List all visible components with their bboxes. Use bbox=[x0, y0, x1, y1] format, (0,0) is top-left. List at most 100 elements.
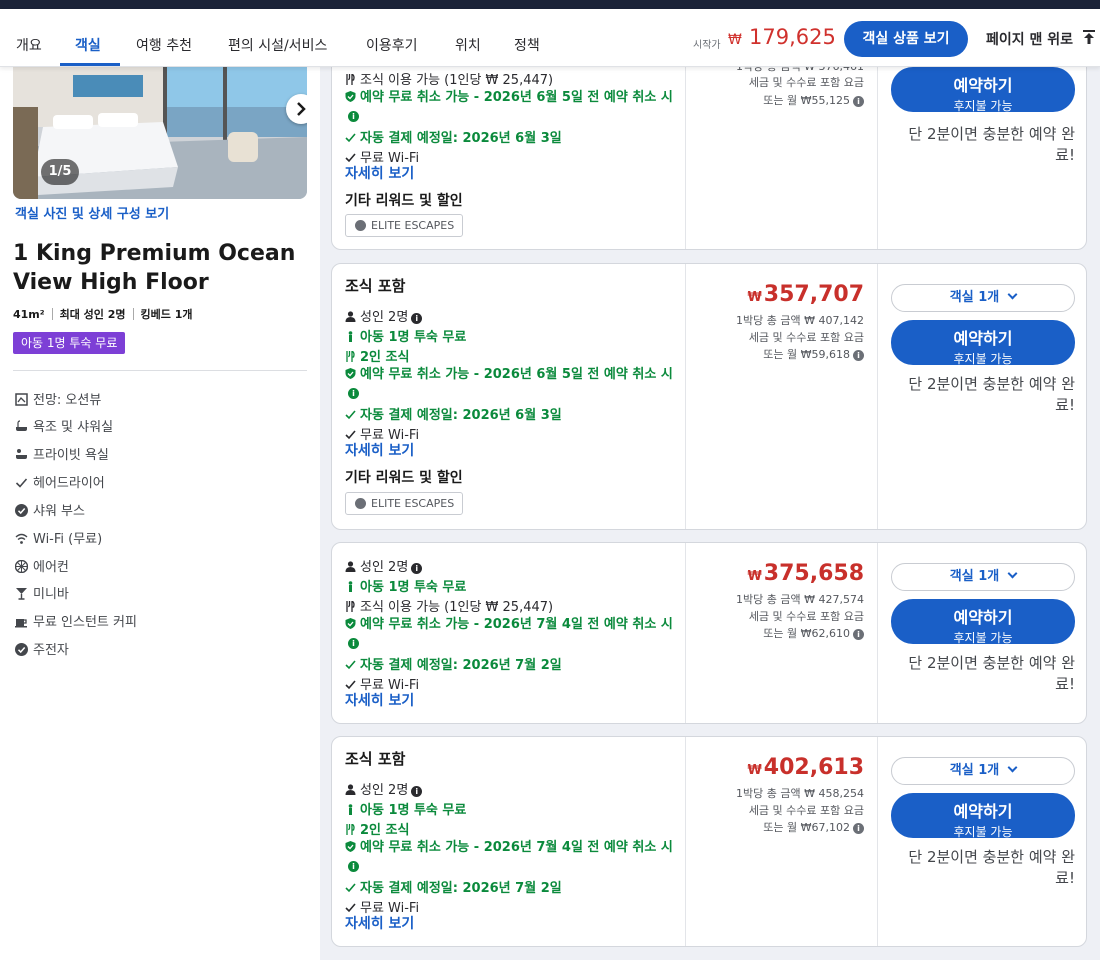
room-quantity-select[interactable]: 객실 1개 bbox=[891, 757, 1075, 785]
breakfast-line: 조식 이용 가능 (1인당 ₩ 25,447) bbox=[345, 596, 553, 615]
info-icon[interactable]: i bbox=[348, 111, 359, 122]
monthly-price: 또는 월 ₩67,102 i bbox=[763, 819, 864, 835]
view-rooms-button[interactable]: 객실 상품 보기 bbox=[844, 21, 968, 57]
details-link[interactable]: 자세히 보기 bbox=[345, 913, 414, 933]
photo-counter: 1/5 bbox=[41, 159, 79, 185]
arrow-up-icon[interactable] bbox=[1082, 29, 1096, 45]
active-tab-indicator bbox=[60, 63, 120, 66]
photo-next-button[interactable] bbox=[286, 94, 307, 124]
book-button[interactable]: 예약하기 후지불 가능 bbox=[891, 599, 1075, 645]
tax-note: 세금 및 수수료 포함 요금 bbox=[748, 610, 864, 623]
check-icon bbox=[345, 153, 356, 163]
book-button[interactable]: 예약하기 후지불 가능 bbox=[891, 67, 1075, 113]
top-strip bbox=[0, 0, 1100, 9]
rate-list: 조식 이용 가능 (1인당 ₩ 25,447) 예약 무료 취소 가능 - 20… bbox=[320, 55, 1100, 960]
check-icon bbox=[345, 883, 356, 893]
total-price: 1박당 총 금액 ₩ 427,574 bbox=[736, 593, 864, 606]
room-quantity-select[interactable]: 객실 1개 bbox=[891, 563, 1075, 591]
rate-card: 조식 포함 성인 2명 i 아동 1명 투숙 무료 2인 조식 예약 무료 취소 … bbox=[331, 736, 1087, 947]
tax-note: 세금 및 수수료 포함 요금 bbox=[748, 76, 864, 89]
column-divider bbox=[685, 543, 686, 723]
info-icon[interactable]: i bbox=[348, 861, 359, 872]
quick-booking-note: 단 2분이면 충분한 예약 완료! bbox=[908, 125, 1075, 164]
info-icon[interactable]: i bbox=[348, 388, 359, 399]
free-cancel: 예약 무료 취소 가능 - 2026년 6월 5일 전 예약 취소 시i bbox=[345, 89, 680, 125]
private-bath-icon bbox=[16, 449, 27, 459]
room-max-guests: 최대 성인 2명 bbox=[59, 308, 126, 321]
child-line: 아동 1명 투숙 무료 bbox=[345, 799, 466, 818]
info-icon[interactable]: i bbox=[411, 786, 423, 797]
monthly-price: 또는 월 ₩59,618 i bbox=[763, 346, 864, 362]
coffee-icon bbox=[15, 619, 27, 628]
rate-card: 조식 이용 가능 (1인당 ₩ 25,447) 예약 무료 취소 가능 - 20… bbox=[331, 55, 1087, 250]
check-circle-icon bbox=[15, 643, 28, 656]
free-cancel: 예약 무료 취소 가능 - 2026년 7월 4일 전 예약 취소 시i bbox=[345, 616, 680, 652]
amenity-item: 미니바 bbox=[15, 583, 69, 603]
tab-reviews[interactable]: 이용후기 bbox=[366, 35, 418, 55]
person-icon bbox=[345, 311, 356, 322]
room-specs: 41m² 최대 성인 2명 킹베드 1개 bbox=[13, 306, 192, 322]
info-icon[interactable]: i bbox=[853, 96, 864, 107]
elite-escapes-badge[interactable]: ELITE ESCAPES bbox=[345, 492, 464, 515]
adults-line: 성인 2명 i bbox=[345, 779, 423, 798]
info-icon[interactable]: i bbox=[411, 563, 423, 574]
person-icon bbox=[345, 784, 356, 795]
tab-amenities[interactable]: 편의 시설/서비스 bbox=[228, 35, 327, 55]
room-photos-link[interactable]: 객실 사진 및 상세 구성 보기 bbox=[15, 203, 169, 222]
room-quantity-select[interactable]: 객실 1개 bbox=[891, 284, 1075, 312]
rate-title: 조식 포함 bbox=[345, 750, 406, 768]
amenity-item: 주전자 bbox=[15, 639, 69, 659]
ac-icon bbox=[15, 560, 28, 573]
cutlery-icon bbox=[346, 824, 355, 835]
check-icon bbox=[345, 903, 356, 913]
details-link[interactable]: 자세히 보기 bbox=[345, 690, 414, 710]
tab-rooms[interactable]: 객실 bbox=[75, 35, 101, 55]
column-divider bbox=[877, 264, 878, 529]
info-icon[interactable]: i bbox=[348, 638, 359, 649]
details-link[interactable]: 자세히 보기 bbox=[345, 163, 414, 183]
total-price: 1박당 총 금액 ₩ 458,254 bbox=[736, 787, 864, 800]
cutlery-icon bbox=[346, 601, 355, 612]
info-icon[interactable]: i bbox=[853, 629, 864, 640]
wifi-icon bbox=[15, 533, 28, 544]
cocktail-icon bbox=[16, 588, 27, 600]
elite-escapes-badge[interactable]: ELITE ESCAPES bbox=[345, 214, 464, 237]
book-button[interactable]: 예약하기 후지불 가능 bbox=[891, 793, 1075, 839]
amenity-item: Wi-Fi (무료) bbox=[15, 528, 102, 548]
view-icon bbox=[15, 393, 28, 406]
room-title: 1 King Premium Ocean View High Floor bbox=[13, 241, 296, 295]
amenity-item: 욕조 및 샤워실 bbox=[15, 416, 113, 436]
child-line: 아동 1명 투숙 무료 bbox=[345, 576, 466, 595]
chevron-right-icon bbox=[297, 102, 306, 116]
tab-policies[interactable]: 정책 bbox=[514, 35, 540, 55]
book-button[interactable]: 예약하기 후지불 가능 bbox=[891, 320, 1075, 366]
child-line: 아동 1명 투숙 무료 bbox=[345, 326, 466, 345]
rate-card: 조식 포함 성인 2명 i 아동 1명 투숙 무료 2인 조식 예약 무료 취소 … bbox=[331, 263, 1087, 530]
room-photo[interactable]: 1/5 bbox=[13, 67, 307, 199]
details-link[interactable]: 자세히 보기 bbox=[345, 440, 414, 460]
rate-title: 조식 포함 bbox=[345, 277, 406, 295]
quick-booking-note: 단 2분이면 충분한 예약 완료! bbox=[908, 654, 1075, 693]
shield-check-icon bbox=[345, 91, 356, 102]
breakfast-line: 2인 조식 bbox=[345, 346, 409, 365]
info-icon[interactable]: i bbox=[411, 313, 423, 324]
child-icon bbox=[348, 331, 353, 342]
rate-price: ₩357,707 bbox=[747, 282, 864, 307]
check-icon bbox=[345, 430, 356, 440]
column-divider bbox=[685, 737, 686, 946]
quick-booking-note: 단 2분이면 충분한 예약 완료! bbox=[908, 848, 1075, 887]
tab-location[interactable]: 위치 bbox=[455, 35, 481, 55]
room-size: 41m² bbox=[13, 308, 45, 321]
tab-recommendations[interactable]: 여행 추천 bbox=[136, 35, 192, 55]
info-icon[interactable]: i bbox=[853, 823, 864, 834]
amenity-item: 무료 인스턴트 커피 bbox=[15, 611, 137, 631]
gear-icon bbox=[355, 220, 366, 231]
auto-payment: 자동 결제 예정일: 2026년 7월 2일 bbox=[345, 877, 562, 896]
breakfast-line: 조식 이용 가능 (1인당 ₩ 25,447) bbox=[345, 69, 553, 88]
back-to-top-link[interactable]: 페이지 맨 위로 bbox=[986, 29, 1073, 49]
quick-booking-note: 단 2분이면 충분한 예약 완료! bbox=[908, 375, 1075, 414]
auto-payment: 자동 결제 예정일: 2026년 6월 3일 bbox=[345, 127, 562, 146]
info-icon[interactable]: i bbox=[853, 350, 864, 361]
tab-overview[interactable]: 개요 bbox=[16, 35, 42, 55]
shield-check-icon bbox=[345, 841, 356, 852]
